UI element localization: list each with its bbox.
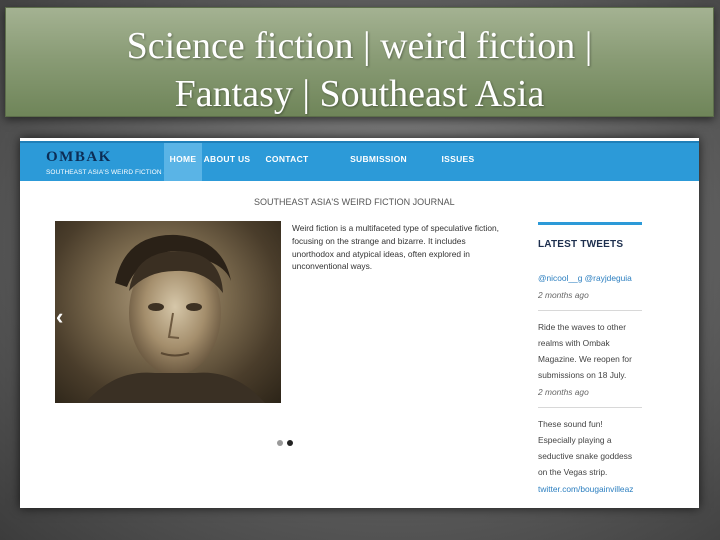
tweet-3-line: on the Vegas strip. xyxy=(538,467,608,477)
nav-issues[interactable]: ISSUES xyxy=(440,143,476,181)
tweet-1-mentions[interactable]: @nicool__g @rayjdeguia xyxy=(538,270,648,286)
tweet-divider xyxy=(538,407,642,408)
slide-title-line-2: Fantasy | Southeast Asia xyxy=(174,73,545,115)
tweet-2-line: Magazine. We reopen for xyxy=(538,354,632,364)
tweet-2-line: Ride the waves to other xyxy=(538,322,626,332)
intro-line: focusing on the strange and bizarre. It … xyxy=(292,235,466,246)
tweet-2-line: realms with Ombak xyxy=(538,338,610,348)
tweet-3-line: Especially playing a xyxy=(538,435,612,445)
nav-about-us[interactable]: ABOUT US xyxy=(203,143,251,181)
intro-line: unconventional ways. xyxy=(292,261,373,272)
intro-line: Weird fiction is a multifaceted type of … xyxy=(292,223,499,233)
tweet-3-line: These sound fun! xyxy=(538,419,603,429)
tweet-2-line: submissions on 18 July. xyxy=(538,370,627,380)
page-heading: SOUTHEAST ASIA'S WEIRD FICTION JOURNAL xyxy=(254,197,455,207)
slider-dot-2-active[interactable] xyxy=(287,440,293,446)
slide-title-box: Science fiction | weird fiction | Fantas… xyxy=(5,7,714,117)
nav-home[interactable]: HOME xyxy=(164,143,202,181)
site-logo[interactable]: OMBAK xyxy=(46,149,112,166)
portrait-photo xyxy=(85,234,265,403)
slider-prev-chevron-left-icon[interactable]: ‹ xyxy=(56,304,63,330)
tweet-1-time[interactable]: 2 months ago xyxy=(538,287,648,303)
site-navbar: OMBAK SOUTHEAST ASIA'S WEIRD FICTION JOU… xyxy=(20,141,699,197)
tweet-3-line: seductive snake goddess xyxy=(538,451,633,461)
latest-tweets-title: LATEST TWEETS xyxy=(538,239,624,250)
tweet-divider xyxy=(538,310,642,311)
nav-submission-information[interactable]: SUBMISSION INFORMATION xyxy=(323,143,434,197)
tweet-3-link[interactable]: twitter.com/bougainvilleaz xyxy=(538,481,648,497)
tweet-2-time[interactable]: 2 months ago xyxy=(538,384,648,400)
intro-paragraph: Weird fiction is a multifaceted type of … xyxy=(292,222,514,273)
slider-dots xyxy=(277,433,297,451)
intro-line: unorthodox and atypical ideas, often exp… xyxy=(292,248,470,259)
slider-dot-1[interactable] xyxy=(277,440,283,446)
nav-contact-us[interactable]: CONTACT US xyxy=(258,143,316,197)
website-screenshot: OMBAK SOUTHEAST ASIA'S WEIRD FICTION JOU… xyxy=(20,138,699,508)
hero-portrait-image[interactable] xyxy=(55,221,281,403)
slide-title-line-1: Science fiction | weird fiction | xyxy=(126,25,593,67)
sidebar-accent-rule xyxy=(538,222,642,225)
